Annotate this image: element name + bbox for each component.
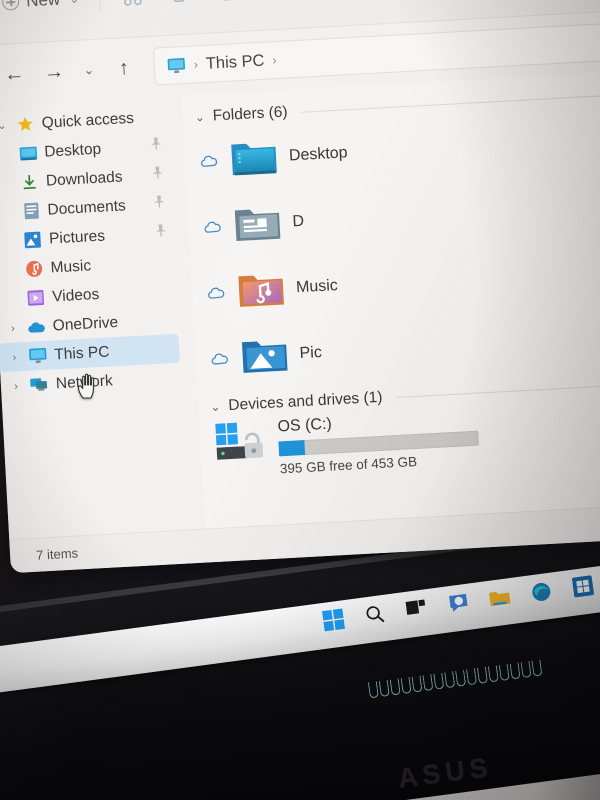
folder-name: D (292, 212, 305, 231)
new-button[interactable]: New ⌄ (0, 0, 90, 19)
content-pane[interactable]: ⌄ Folders (6) Desktop D Music Pic ⌄ Devi… (181, 70, 600, 529)
up-button[interactable]: ↑ (103, 49, 145, 87)
plus-circle-icon (1, 0, 20, 11)
windows-drive-icon (213, 419, 270, 472)
pin-icon[interactable] (150, 136, 163, 156)
cloud-status-icon (199, 154, 220, 168)
drive-capacity-fill (278, 440, 306, 457)
download-icon (19, 172, 39, 192)
cut-button[interactable] (109, 0, 157, 16)
search-icon[interactable] (361, 601, 388, 628)
sidebar-label: Downloads (45, 168, 123, 190)
chevron-right-icon[interactable]: › (6, 322, 21, 335)
star-icon (15, 114, 35, 134)
sidebar-label: Quick access (41, 109, 135, 132)
paste-button[interactable] (201, 0, 249, 11)
new-button-label: New (26, 0, 61, 11)
folder-icon[interactable] (486, 584, 513, 611)
chevron-right-icon[interactable]: › (7, 351, 22, 364)
photo-of-laptop-screen: ASUS New ⌄ (0, 0, 600, 800)
breadcrumb-this-pc[interactable]: This PC (205, 51, 265, 73)
music-icon (24, 259, 44, 279)
sidebar-label: Desktop (43, 140, 102, 161)
breadcrumb-separator-2[interactable]: › (272, 53, 277, 67)
recent-locations-button[interactable]: ⌄ (73, 51, 105, 89)
pin-icon[interactable] (154, 223, 167, 243)
chevron-right-icon[interactable]: › (9, 380, 24, 393)
pin-icon[interactable] (153, 194, 166, 214)
chevron-down-icon: ⌄ (69, 0, 80, 6)
drive-tile-os-c[interactable]: OS (C:) 395 GB free of 453 GB (209, 400, 543, 496)
folder-tiles: Desktop D Music Pic (193, 105, 600, 393)
copy-button[interactable] (155, 0, 203, 14)
breadcrumb-separator-1: › (193, 57, 199, 72)
pin-icon[interactable] (151, 165, 164, 185)
paste-icon (213, 0, 236, 2)
copy-icon (172, 0, 186, 2)
task-view-icon[interactable] (403, 595, 430, 622)
delete-button[interactable] (339, 0, 387, 4)
windows-logo-icon[interactable] (320, 606, 347, 633)
drive-info: OS (C:) 395 GB free of 453 GB (277, 404, 480, 476)
window-body: ⌄ Quick access Desktop Downloads Documen… (0, 70, 600, 540)
desktop-folder-icon (18, 143, 38, 163)
store-icon[interactable] (569, 573, 596, 600)
folder-name: Music (295, 277, 339, 297)
file-explorer-window: New ⌄ (0, 0, 600, 574)
item-count: 7 items (35, 545, 79, 563)
folder-name: Pic (299, 343, 323, 363)
monitor-icon (166, 55, 186, 75)
sidebar-label: Music (50, 256, 92, 277)
rename-button[interactable] (247, 0, 295, 9)
cloud-status-icon (202, 220, 223, 234)
videos-icon (26, 288, 46, 308)
group-title: Folders (6) (212, 103, 289, 125)
chevron-down-icon[interactable]: ⌄ (210, 400, 221, 415)
documents-icon (21, 201, 41, 221)
pictures-folder-icon (239, 332, 291, 381)
chevron-down-icon[interactable]: ⌄ (0, 119, 9, 133)
cloud-status-icon (206, 286, 227, 300)
network-icon (29, 375, 49, 395)
music-folder-icon (235, 266, 287, 315)
share-button[interactable] (293, 0, 341, 6)
toolbar-divider (98, 0, 101, 10)
monitor-icon (28, 346, 48, 366)
navigation-pane: ⌄ Quick access Desktop Downloads Documen… (0, 95, 205, 540)
sidebar-label: Documents (47, 196, 127, 219)
edge-icon[interactable] (528, 578, 555, 605)
pictures-icon (23, 230, 43, 250)
mouse-cursor-hand-icon (75, 372, 101, 402)
scissors-icon (124, 0, 142, 6)
sidebar-label: OneDrive (52, 313, 119, 334)
back-button[interactable]: ← (0, 55, 35, 93)
onedrive-cloud-icon (26, 317, 46, 337)
forward-button[interactable]: → (33, 53, 75, 91)
sidebar-label: Pictures (48, 227, 106, 248)
chevron-down-icon[interactable]: ⌄ (194, 110, 205, 125)
chat-icon[interactable] (445, 590, 472, 617)
sidebar-label: Videos (51, 285, 100, 305)
cloud-status-icon (209, 351, 230, 365)
folder-name: Desktop (288, 144, 349, 165)
group-rule (396, 383, 600, 398)
desktop-folder-icon (228, 134, 280, 183)
documents-folder-icon (231, 200, 283, 249)
sidebar-label: This PC (53, 342, 110, 363)
